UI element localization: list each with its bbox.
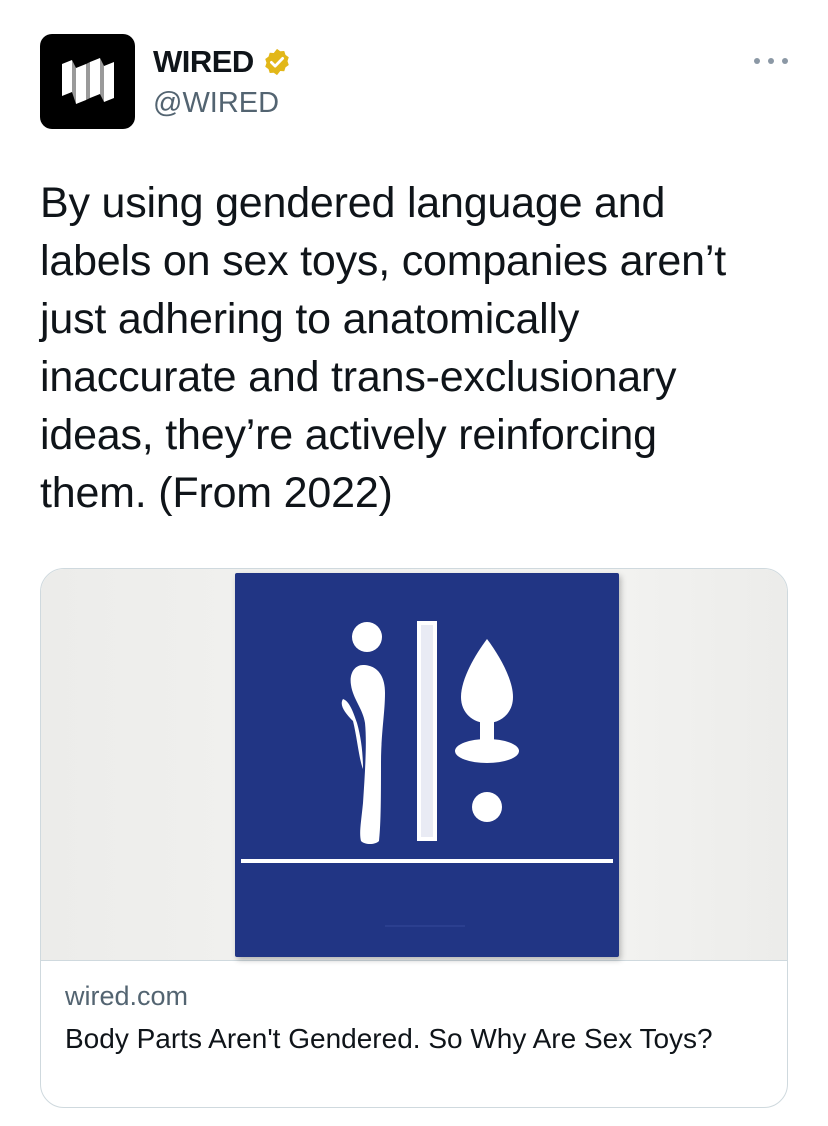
link-card-image[interactable] xyxy=(41,569,787,961)
sex-toy-restroom-sign-icon xyxy=(241,621,613,927)
link-card-info[interactable]: wired.com Body Parts Aren't Gendered. So… xyxy=(65,979,765,1057)
link-card-domain: wired.com xyxy=(65,981,189,1011)
link-card[interactable]: wired.com Body Parts Aren't Gendered. So… xyxy=(40,568,788,1108)
tweet-text: By using gendered language and labels on… xyxy=(40,179,726,517)
link-card-title[interactable]: Body Parts Aren't Gendered. So Why Are S… xyxy=(65,1021,765,1057)
author-name-row[interactable]: WIRED xyxy=(153,44,292,80)
more-dot xyxy=(754,58,760,64)
avatar[interactable] xyxy=(40,34,135,129)
verified-badge-icon xyxy=(265,48,289,76)
display-name[interactable]: WIRED xyxy=(153,44,254,80)
sign-image xyxy=(235,573,619,957)
more-dot xyxy=(782,58,788,64)
author-handle[interactable]: @WIRED xyxy=(153,86,279,120)
more-dot xyxy=(768,58,774,64)
more-options-icon[interactable] xyxy=(754,54,788,68)
wired-logo-icon xyxy=(61,57,114,104)
